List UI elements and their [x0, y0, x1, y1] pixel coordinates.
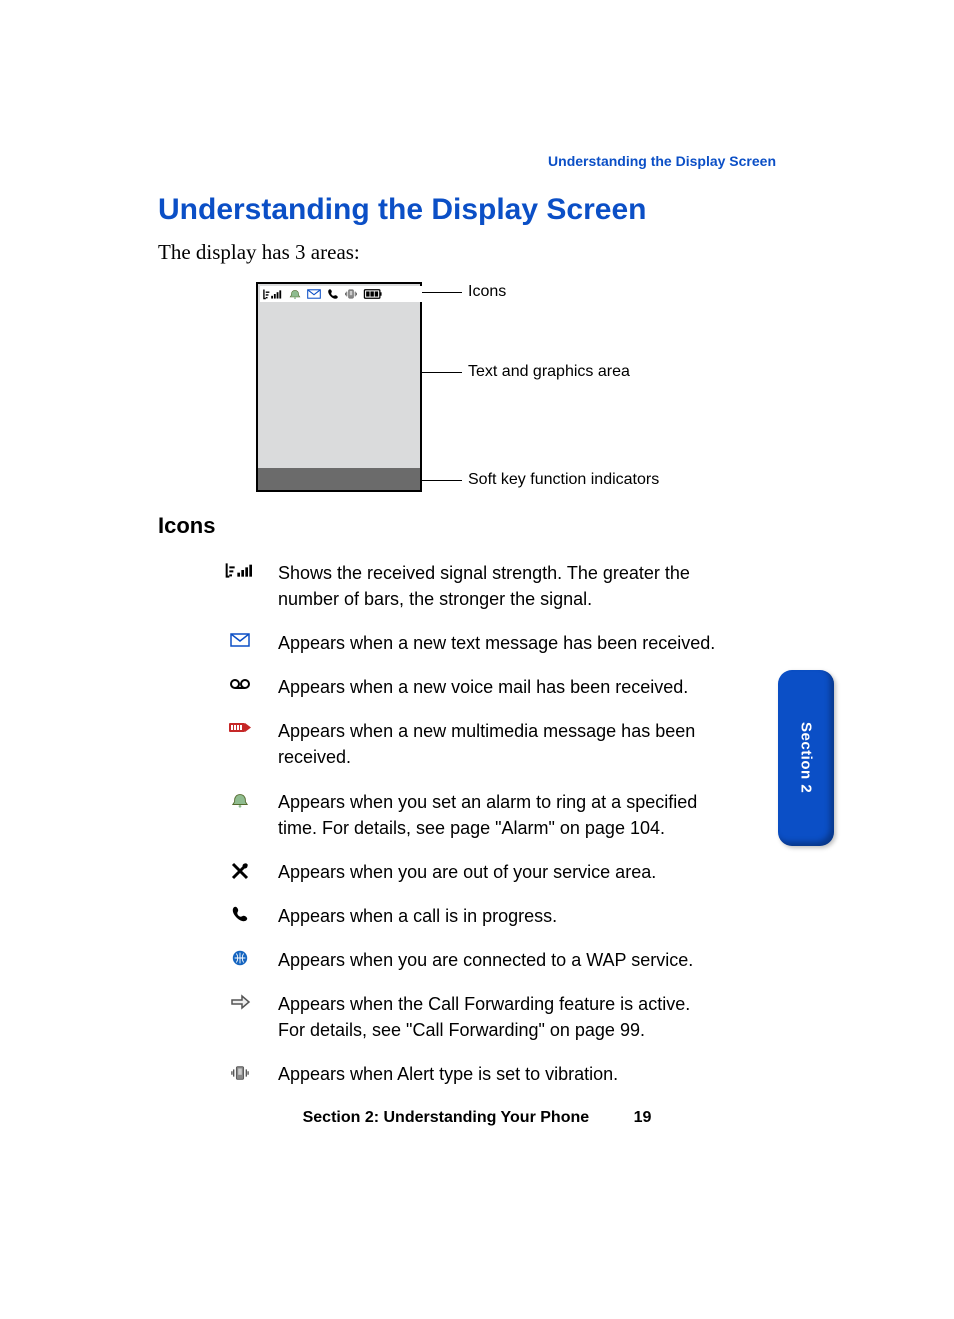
display-diagram: Icons Text and graphics area Soft key fu… [256, 282, 686, 496]
page-footer: Section 2: Understanding Your Phone 19 [0, 1109, 954, 1127]
section-tab: Section 2 [778, 670, 834, 846]
icon-desc: Appears when you are connected to a WAP … [278, 947, 720, 973]
signal-strength-icon [263, 288, 283, 300]
section-tab-label: Section 2 [798, 722, 815, 793]
icon-desc: Appears when you are out of your service… [278, 859, 720, 885]
signal-strength-icon [224, 562, 256, 578]
icon-definition-list: Shows the received signal strength. The … [220, 560, 720, 1105]
voicemail-icon [227, 676, 253, 692]
vibration-icon [231, 1063, 249, 1083]
battery-icon [363, 288, 383, 300]
icon-desc: Shows the received signal strength. The … [278, 560, 720, 612]
intro-text: The display has 3 areas: [158, 240, 360, 265]
diagram-label-text-area: Text and graphics area [468, 363, 630, 381]
page-title: Understanding the Display Screen [158, 193, 646, 227]
icon-desc: Appears when you set an alarm to ring at… [278, 789, 720, 841]
icon-desc: Appears when a new multimedia message ha… [278, 718, 720, 770]
no-service-icon [230, 861, 250, 881]
icon-desc: Appears when a new voice mail has been r… [278, 674, 720, 700]
diagram-label-softkey: Soft key function indicators [468, 471, 659, 489]
running-header: Understanding the Display Screen [548, 153, 776, 169]
icon-desc: Appears when the Call Forwarding feature… [278, 991, 720, 1043]
call-in-progress-icon [231, 905, 249, 923]
vibration-icon [345, 288, 357, 300]
icon-desc: Appears when a call is in progress. [278, 903, 720, 929]
wap-service-icon [231, 949, 249, 967]
footer-page-number: 19 [634, 1109, 652, 1126]
alarm-icon [289, 288, 301, 300]
phone-screen-box [256, 282, 422, 492]
call-in-progress-icon [327, 288, 339, 300]
alarm-icon [231, 791, 249, 809]
text-message-icon [307, 288, 321, 300]
phone-softkey-bar [258, 468, 420, 490]
phone-status-bar [260, 286, 422, 302]
footer-section-title: Section 2: Understanding Your Phone [303, 1109, 590, 1126]
text-message-icon [229, 632, 251, 648]
call-forwarding-icon [229, 993, 251, 1011]
icons-heading: Icons [158, 513, 215, 539]
multimedia-message-icon [225, 720, 255, 736]
diagram-label-icons: Icons [468, 283, 506, 301]
icon-desc: Appears when a new text message has been… [278, 630, 720, 656]
icon-desc: Appears when Alert type is set to vibrat… [278, 1061, 720, 1087]
